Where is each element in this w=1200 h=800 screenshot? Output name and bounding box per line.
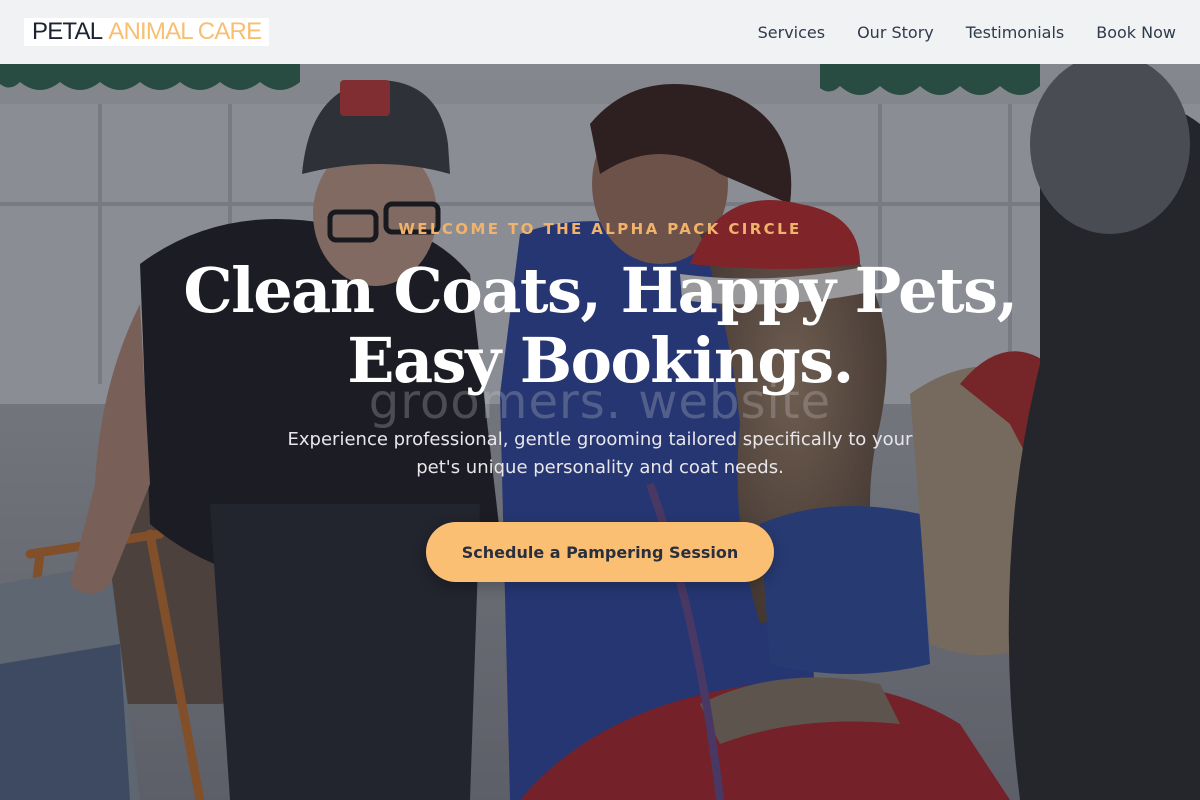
hero-section: WELCOME TO THE ALPHA PACK CIRCLE groomer… bbox=[0, 64, 1200, 800]
nav-link-testimonials[interactable]: Testimonials bbox=[966, 23, 1065, 42]
schedule-session-button[interactable]: Schedule a Pampering Session bbox=[426, 522, 774, 582]
hero-subtitle: Experience professional, gentle grooming… bbox=[287, 429, 913, 478]
site-header: PETAL ANIMAL CARE Services Our Story Tes… bbox=[0, 0, 1200, 64]
logo-main-text: PETAL bbox=[32, 18, 103, 45]
hero-headline-line-2: Easy Bookings. bbox=[347, 324, 854, 397]
nav-link-services[interactable]: Services bbox=[758, 23, 825, 42]
nav-link-our-story[interactable]: Our Story bbox=[857, 23, 934, 42]
page: PETAL ANIMAL CARE Services Our Story Tes… bbox=[0, 0, 1200, 800]
logo-accent-text: ANIMAL CARE bbox=[108, 18, 262, 45]
hero-headline: Clean Coats, Happy Pets, Easy Bookings. bbox=[0, 256, 1200, 396]
hero-headline-line-1: Clean Coats, Happy Pets, bbox=[183, 254, 1018, 327]
main-nav: Services Our Story Testimonials Book Now bbox=[758, 23, 1176, 42]
nav-link-book-now[interactable]: Book Now bbox=[1096, 23, 1176, 42]
brand-logo[interactable]: PETAL ANIMAL CARE bbox=[24, 18, 270, 46]
hero-eyebrow: WELCOME TO THE ALPHA PACK CIRCLE bbox=[398, 220, 802, 238]
